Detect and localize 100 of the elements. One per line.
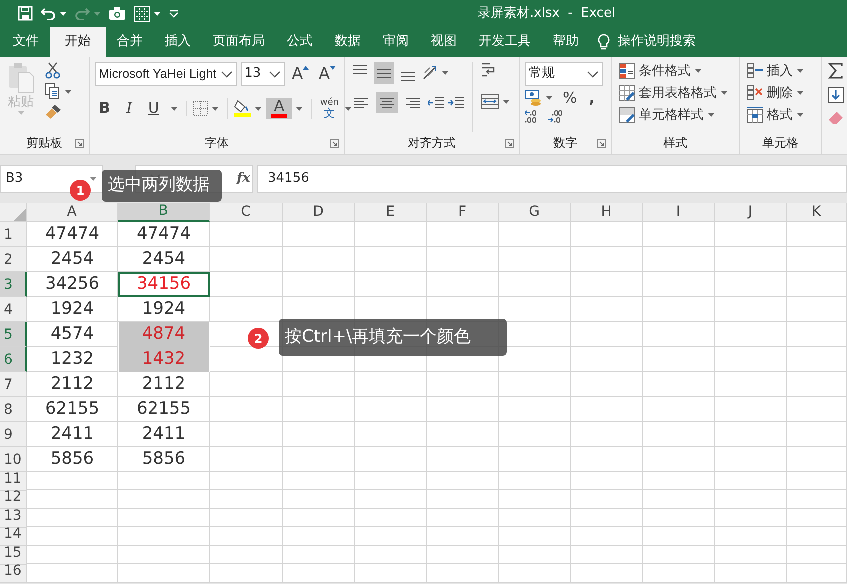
column-header[interactable]: C [210,203,283,222]
comma-button[interactable]: , [587,90,597,106]
row-header[interactable]: 7 [0,372,27,397]
number-format-dropdown[interactable]: 常规 [525,62,603,86]
row-header[interactable]: 2 [0,247,27,272]
dialog-launcher-icon[interactable] [505,138,514,148]
chevron-icon[interactable] [220,70,233,78]
wrap-text-icon[interactable] [481,62,495,78]
dialog-launcher-icon[interactable] [75,138,84,148]
chevron-icon[interactable] [587,70,599,78]
ribbon-tab[interactable]: 视图 [420,27,468,57]
ribbon-tab[interactable]: 帮助 [542,27,590,57]
row-header[interactable]: 13 [0,509,27,528]
column-header[interactable]: E [355,203,427,222]
column-header[interactable]: A [27,203,118,222]
row-header[interactable]: 3 [0,272,27,297]
decrease-decimal-icon[interactable] [548,110,563,124]
caret-icon[interactable] [171,106,178,110]
font-color-button[interactable]: A [266,98,292,119]
insert-function-button[interactable]: fx [237,169,250,189]
ribbon-tab[interactable]: 开发工具 [468,27,542,57]
currency-icon[interactable] [525,90,542,106]
font-name-dropdown[interactable]: Microsoft YaHei Light [95,62,237,86]
caret-icon[interactable] [296,106,304,110]
dialog-launcher-icon[interactable] [330,138,339,148]
row-header[interactable]: 1 [0,222,27,247]
format-painter-icon[interactable] [45,104,62,120]
caret-icon[interactable] [60,12,67,16]
italic-button[interactable]: I [122,101,136,116]
chevron-icon[interactable] [269,70,282,78]
ribbon-menu-button[interactable]: 单元格样式 [617,106,734,124]
percent-button[interactable]: % [561,90,580,106]
orientation-icon[interactable] [422,66,438,80]
font-size-dropdown[interactable]: 13 [240,62,286,86]
caret-icon[interactable] [442,71,449,75]
grow-font-button[interactable]: A [289,66,312,82]
column-header[interactable]: D [283,203,355,222]
decrease-indent-icon[interactable] [428,96,444,109]
ribbon-menu-button[interactable]: 套用表格格式 [617,84,734,102]
ribbon-menu-button[interactable]: 格式 [745,106,816,124]
column-header[interactable]: B [118,203,210,222]
camera-icon[interactable] [109,7,126,20]
lightbulb-icon[interactable] [598,34,610,50]
ribbon-menu-button[interactable]: 删除 [745,84,816,102]
callout-tooltip: 按Ctrl+\再填充一个颜色 [279,319,507,356]
fill-down-icon[interactable] [828,87,844,103]
grid-icon[interactable] [134,6,150,22]
caret-icon[interactable] [154,12,161,16]
caret-icon[interactable] [546,96,553,100]
ribbon-tab[interactable]: 审阅 [372,27,420,57]
formula-input[interactable]: 34156 [257,165,847,193]
underline-button[interactable]: U [144,101,164,116]
bold-button[interactable]: B [95,101,114,116]
row-header[interactable]: 5 [0,322,27,347]
ribbon-tab[interactable]: 数据 [324,27,372,57]
dialog-launcher-icon[interactable] [597,138,606,148]
center-align-button[interactable] [376,92,398,113]
phonetic-button[interactable]: wén 文 [318,98,341,118]
row-header[interactable]: 12 [0,490,27,509]
ribbon-menu-button[interactable]: 条件格式 [617,62,734,80]
column-header[interactable]: G [499,203,571,222]
middle-align-button[interactable] [374,62,394,84]
ribbon-tab[interactable]: 文件 [2,27,50,57]
row-header[interactable]: 8 [0,397,27,422]
caret-icon[interactable] [344,106,352,110]
caret-icon[interactable] [65,90,72,94]
caret-icon[interactable] [503,100,510,104]
column-header[interactable]: H [571,203,643,222]
caret-icon[interactable] [255,106,262,110]
row-header[interactable]: 4 [0,297,27,322]
scissors-icon[interactable] [45,62,61,79]
column-header[interactable]: F [427,203,499,222]
column-header[interactable]: K [787,203,847,222]
ribbon-tab[interactable]: 公式 [276,27,324,57]
customize-icon[interactable] [169,10,179,18]
ribbon-tab[interactable]: 插入 [154,27,202,57]
shrink-font-button[interactable]: A [316,66,339,82]
ribbon-tab[interactable]: 页面布局 [202,27,276,57]
undo-icon[interactable] [41,7,56,20]
copy-icon[interactable] [45,83,61,100]
merge-cells-icon[interactable] [481,94,499,109]
row-header[interactable]: 6 [0,347,27,372]
row-header[interactable]: 14 [0,528,27,546]
ribbon-tab[interactable]: 开始 [50,27,106,57]
increase-indent-icon[interactable] [448,96,464,109]
row-header[interactable]: 15 [0,546,27,564]
sum-icon[interactable] [828,63,844,79]
row-header[interactable]: 9 [0,422,27,447]
row-header[interactable]: 11 [0,472,27,490]
caret-icon[interactable] [212,106,220,110]
borders-icon[interactable] [193,101,208,116]
row-header[interactable]: 10 [0,447,27,472]
row-header[interactable]: 16 [0,564,27,583]
tell-me-search[interactable]: 操作说明搜索 [618,32,696,52]
save-icon[interactable] [18,6,33,21]
ribbon-tab[interactable]: 合并 [106,27,154,57]
fill-color-icon[interactable] [234,100,252,117]
ribbon-menu-button[interactable]: 插入 [745,62,816,80]
column-header[interactable]: I [643,203,715,222]
column-header[interactable]: J [715,203,787,222]
